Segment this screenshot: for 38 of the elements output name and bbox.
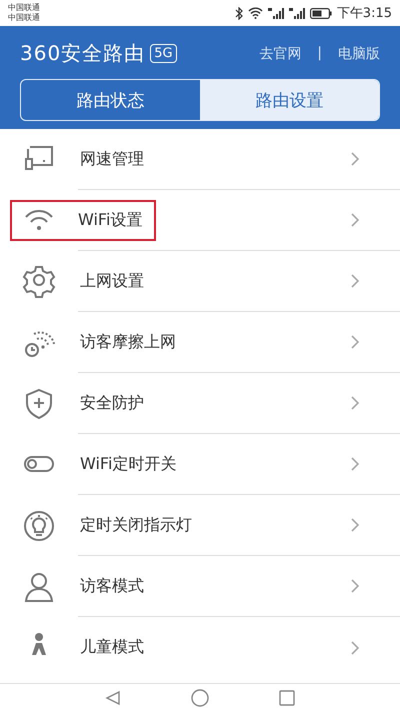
- menu-item[interactable]: 定时关闭指示灯: [78, 504, 206, 546]
- lightbulb-icon: [22, 508, 56, 542]
- menu-item[interactable]: 上网设置: [78, 260, 158, 302]
- chevron-right-icon: [351, 152, 360, 166]
- chevron-right-icon: [351, 640, 360, 654]
- badge: 5G: [150, 44, 177, 63]
- tab[interactable]: 路由设置: [200, 80, 379, 120]
- battery-icon: [310, 8, 332, 18]
- menu-item[interactable]: 访客模式: [78, 566, 158, 606]
- home-icon[interactable]: [191, 688, 209, 706]
- signal-icon: [268, 6, 284, 20]
- bluetooth-icon: [234, 6, 243, 20]
- carrier-name: 中国联通: [8, 13, 40, 23]
- recent-apps-icon[interactable]: [279, 690, 295, 706]
- chevron-right-icon: [351, 274, 360, 288]
- signal-icon: [288, 6, 305, 20]
- clock-time: 下午3:15: [336, 5, 392, 22]
- chevron-right-icon: [351, 213, 360, 227]
- chevron-right-icon: [351, 396, 360, 410]
- wifi-icon: [248, 7, 263, 19]
- header-link[interactable]: 电脑版: [338, 44, 380, 62]
- separator: |: [317, 44, 322, 62]
- menu-item[interactable]: 安全防护: [78, 382, 158, 424]
- chevron-right-icon: [351, 457, 360, 471]
- menu-item[interactable]: 网速管理: [78, 138, 158, 180]
- header-link[interactable]: 去官网: [259, 44, 302, 62]
- menu-item[interactable]: 访客摩擦上网: [78, 322, 190, 362]
- carrier-name: 中国联通: [8, 3, 40, 13]
- chevron-right-icon: [351, 335, 360, 349]
- chevron-right-icon: [351, 579, 360, 593]
- menu-item[interactable]: WiFi定时开关: [78, 444, 190, 484]
- app-logo: 360安全路由: [20, 40, 146, 67]
- highlighted-menu-item[interactable]: WiFi设置: [10, 200, 156, 240]
- chevron-right-icon: [351, 518, 360, 532]
- menu-item[interactable]: 儿童模式: [78, 627, 158, 668]
- settings-icon: [22, 264, 56, 298]
- tab[interactable]: 路由状态: [21, 80, 200, 120]
- back-icon[interactable]: [105, 690, 121, 706]
